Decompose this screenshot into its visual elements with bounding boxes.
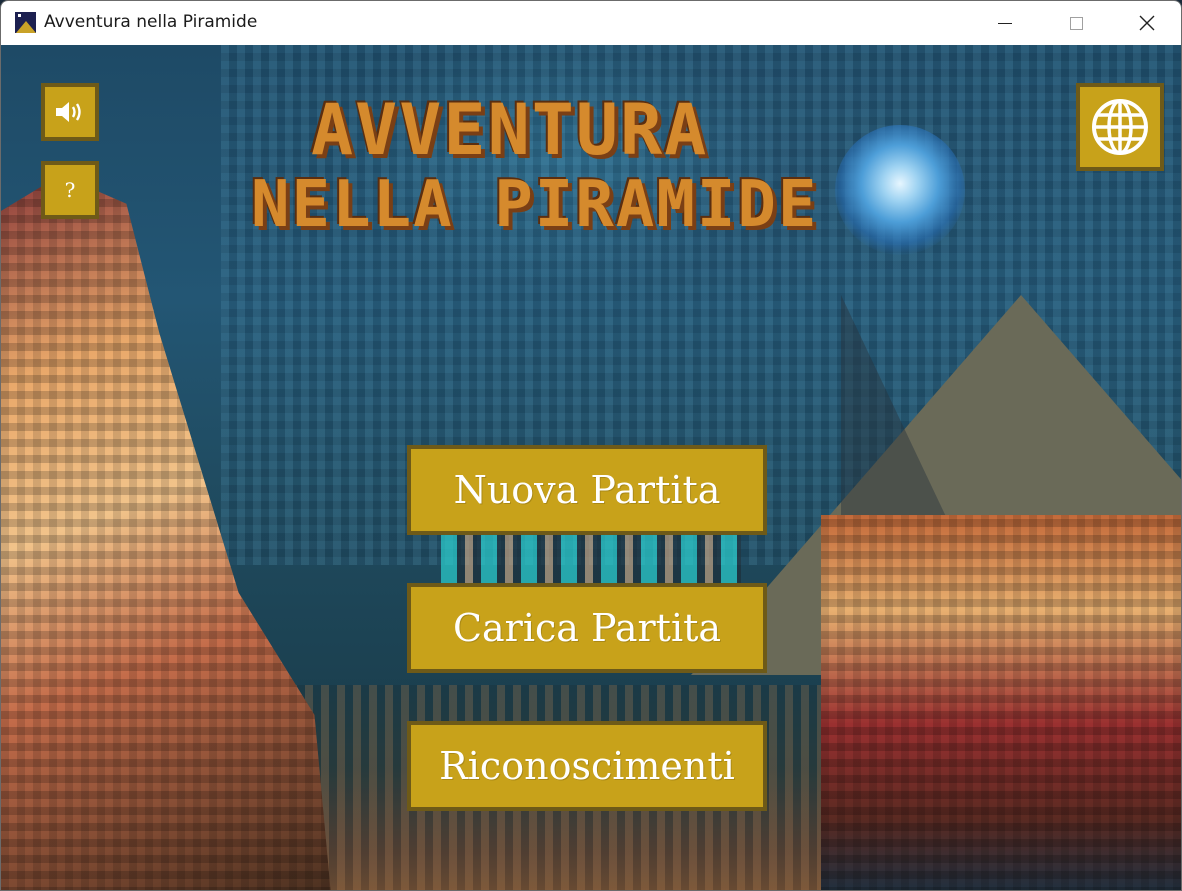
title-bar[interactable]: Avventura nella Piramide — [1, 1, 1181, 45]
game-title-line1: AVVENTURA — [311, 89, 709, 171]
load-game-button[interactable]: Carica Partita — [407, 583, 767, 673]
minimize-icon — [998, 22, 1012, 24]
language-button[interactable] — [1076, 83, 1164, 171]
help-icon: ? — [64, 178, 76, 202]
credits-button[interactable]: Riconoscimenti — [407, 721, 767, 811]
close-icon — [1139, 15, 1155, 31]
maximize-button[interactable] — [1053, 1, 1099, 45]
help-button[interactable]: ? — [41, 161, 99, 219]
window-title: Avventura nella Piramide — [44, 12, 258, 32]
game-title-logo: AVVENTURA NELLA PIRAMIDE — [251, 95, 971, 237]
minimize-button[interactable] — [982, 1, 1028, 45]
app-icon — [15, 12, 36, 33]
new-game-button[interactable]: Nuova Partita — [407, 445, 767, 535]
close-button[interactable] — [1124, 1, 1170, 45]
globe-icon — [1092, 99, 1148, 155]
maximize-icon — [1069, 16, 1083, 30]
game-scene: AVVENTURA NELLA PIRAMIDE ? Nuova Partita — [1, 45, 1181, 890]
speaker-icon — [56, 102, 81, 122]
sound-toggle-button[interactable] — [41, 83, 99, 141]
temple-illustration — [821, 515, 1181, 890]
game-window: Avventura nella Piramide AVVENTURA NELLA… — [0, 0, 1182, 891]
game-title-line2: NELLA PIRAMIDE — [251, 168, 819, 242]
